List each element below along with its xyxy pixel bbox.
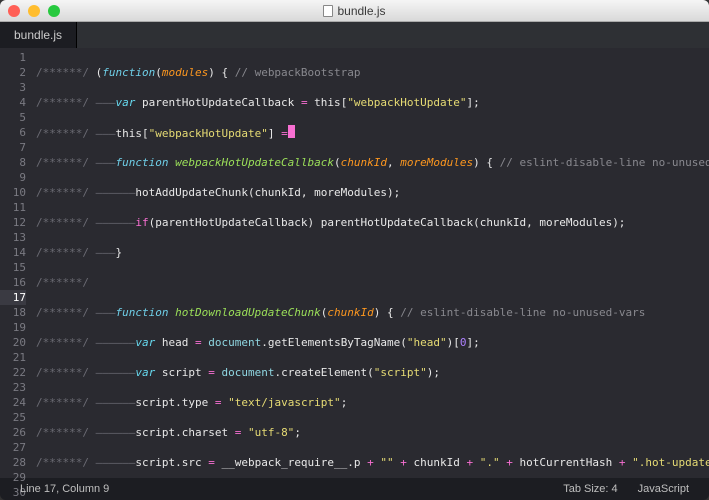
line-number: 4 (0, 95, 26, 110)
line-number: 7 (0, 140, 26, 155)
line-number: 13 (0, 230, 26, 245)
line-number: 26 (0, 425, 26, 440)
code-area[interactable]: /******/ (function(modules) { // webpack… (32, 48, 709, 478)
line-number: 17 (0, 290, 26, 305)
line-number: 1 (0, 50, 26, 65)
line-number: 19 (0, 320, 26, 335)
window-titlebar[interactable]: bundle.js (0, 0, 709, 22)
line-number: 14 (0, 245, 26, 260)
line-number: 24 (0, 395, 26, 410)
status-tabsize[interactable]: Tab Size: 4 (553, 483, 627, 495)
line-number: 20 (0, 335, 26, 350)
line-number: 16 (0, 275, 26, 290)
line-number: 21 (0, 350, 26, 365)
line-number: 12 (0, 215, 26, 230)
window-title-text: bundle.js (337, 4, 385, 18)
line-number: 15 (0, 260, 26, 275)
line-number: 23 (0, 380, 26, 395)
tab-bar: bundle.js (0, 22, 709, 48)
line-number: 25 (0, 410, 26, 425)
tab-bundle[interactable]: bundle.js (0, 22, 77, 48)
editor-window: bundle.js bundle.js 12345678910111213141… (0, 0, 709, 500)
line-number: 10 (0, 185, 26, 200)
editor-area: 1234567891011121314151617181920212223242… (0, 48, 709, 478)
status-bar: Line 17, Column 9 Tab Size: 4 JavaScript (0, 478, 709, 500)
line-number: 5 (0, 110, 26, 125)
line-gutter: 1234567891011121314151617181920212223242… (0, 48, 32, 478)
line-number: 11 (0, 200, 26, 215)
line-number: 2 (0, 65, 26, 80)
line-number: 3 (0, 80, 26, 95)
document-icon (323, 5, 333, 17)
line-number: 8 (0, 155, 26, 170)
status-language[interactable]: JavaScript (628, 483, 699, 495)
line-number: 28 (0, 455, 26, 470)
line-number: 9 (0, 170, 26, 185)
line-number: 18 (0, 305, 26, 320)
status-cursor[interactable]: Line 17, Column 9 (10, 483, 119, 495)
cursor (288, 125, 295, 138)
line-number: 27 (0, 440, 26, 455)
line-number: 6 (0, 125, 26, 140)
line-number: 22 (0, 365, 26, 380)
window-title: bundle.js (0, 4, 709, 18)
